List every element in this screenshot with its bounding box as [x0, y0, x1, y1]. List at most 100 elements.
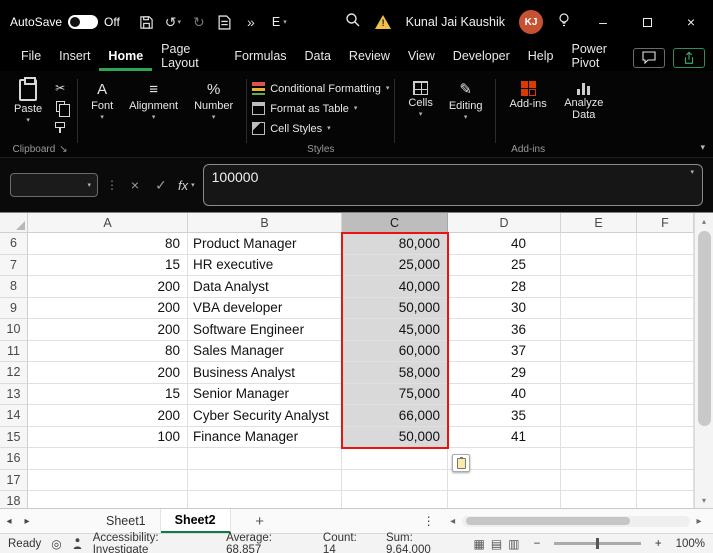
tab-insert[interactable]: Insert [50, 44, 99, 71]
minimize-button[interactable]: – [581, 0, 625, 44]
cell[interactable] [342, 491, 448, 508]
maximize-button[interactable] [625, 0, 669, 44]
tab-formulas[interactable]: Formulas [225, 44, 295, 71]
tab-page-layout[interactable]: Page Layout [152, 44, 225, 71]
column-header-e[interactable]: E [561, 213, 637, 233]
zoom-in-button[interactable]: + [655, 538, 662, 550]
cells-group-button[interactable]: Cells ▾ [400, 75, 440, 118]
horizontal-scroll-track[interactable] [462, 516, 690, 527]
cell[interactable]: 58,000 [342, 362, 448, 384]
ideas-button[interactable] [557, 12, 571, 33]
cell[interactable]: 35 [448, 405, 561, 427]
cell[interactable]: 80,000 [342, 233, 448, 255]
alert-button[interactable]: ! [375, 15, 392, 30]
row-header[interactable]: 8 [0, 276, 28, 298]
normal-view-icon[interactable]: ▦ [474, 537, 485, 551]
cell[interactable]: 40 [448, 233, 561, 255]
cell[interactable]: 66,000 [342, 405, 448, 427]
cell[interactable] [637, 298, 694, 320]
cell[interactable] [342, 448, 448, 470]
accessibility-status[interactable]: Accessibility: Investigate [93, 532, 216, 553]
vertical-scroll-thumb[interactable] [698, 231, 711, 426]
alignment-group-button[interactable]: ≡ Alignment ▾ [121, 75, 186, 121]
row-header[interactable]: 6 [0, 233, 28, 255]
cell[interactable]: 80 [28, 233, 188, 255]
cell[interactable] [637, 362, 694, 384]
cell[interactable] [561, 362, 637, 384]
macro-record-icon[interactable]: ◎ [51, 537, 61, 551]
scroll-right-icon[interactable]: ▸ [693, 516, 705, 527]
formula-input[interactable]: 100000 ▾ [203, 164, 703, 206]
cell[interactable] [637, 233, 694, 255]
page-layout-view-icon[interactable]: ▤ [491, 537, 502, 551]
row-header[interactable]: 11 [0, 341, 28, 363]
tab-file[interactable]: File [12, 44, 50, 71]
format-as-table-button[interactable]: Format as Table ▾ [252, 100, 357, 117]
page-break-view-icon[interactable]: ▥ [508, 537, 519, 551]
cell[interactable]: 45,000 [342, 319, 448, 341]
font-group-button[interactable]: A Font ▾ [83, 75, 121, 121]
cell[interactable] [637, 341, 694, 363]
quick-access-overflow-button[interactable]: » [238, 8, 264, 36]
cell[interactable] [637, 448, 694, 470]
paste-options-button[interactable] [452, 454, 470, 472]
copy-button[interactable] [52, 99, 68, 113]
sheet-tab-sheet2[interactable]: Sheet2 [161, 509, 231, 533]
cell[interactable]: Finance Manager [188, 427, 342, 449]
cell[interactable] [637, 405, 694, 427]
cell[interactable]: 37 [448, 341, 561, 363]
cell[interactable]: HR executive [188, 255, 342, 277]
cell[interactable]: VBA developer [188, 298, 342, 320]
undo-button[interactable]: ↺▾ [160, 8, 186, 36]
row-header[interactable]: 16 [0, 448, 28, 470]
editing-mode-button[interactable]: E ▾ [264, 15, 295, 29]
zoom-slider-knob[interactable] [596, 538, 599, 549]
cell[interactable]: Product Manager [188, 233, 342, 255]
cell[interactable]: 28 [448, 276, 561, 298]
cell[interactable] [342, 470, 448, 492]
cell[interactable]: 25,000 [342, 255, 448, 277]
row-header[interactable]: 17 [0, 470, 28, 492]
search-button[interactable] [345, 12, 361, 33]
cell[interactable]: 40,000 [342, 276, 448, 298]
dialog-launcher-icon[interactable]: ↘ [59, 144, 67, 155]
horizontal-scrollbar[interactable]: ◂ ▸ [447, 509, 705, 533]
sheet-nav-right-icon[interactable]: ▸ [18, 509, 36, 533]
tab-data[interactable]: Data [296, 44, 340, 71]
cell[interactable] [637, 255, 694, 277]
add-sheet-button[interactable]: + [247, 509, 273, 533]
cell[interactable] [188, 470, 342, 492]
row-header[interactable]: 10 [0, 319, 28, 341]
cell[interactable]: 100 [28, 427, 188, 449]
cell[interactable] [637, 427, 694, 449]
cell[interactable]: 200 [28, 298, 188, 320]
zoom-slider[interactable] [554, 542, 641, 545]
cell[interactable]: 15 [28, 384, 188, 406]
sheet-nav-left-icon[interactable]: ◂ [0, 509, 18, 533]
select-all-button[interactable] [0, 213, 28, 233]
cell[interactable] [28, 470, 188, 492]
column-header-c[interactable]: C [342, 213, 448, 233]
vertical-scrollbar[interactable]: ▴ ▾ [694, 213, 713, 508]
cell[interactable]: 41 [448, 427, 561, 449]
cell[interactable] [188, 491, 342, 508]
name-box[interactable]: ▾ [10, 173, 98, 197]
conditional-formatting-button[interactable]: Conditional Formatting ▾ [252, 80, 389, 97]
autosave-toggle[interactable]: AutoSave Off [10, 15, 120, 29]
cell[interactable]: Sales Manager [188, 341, 342, 363]
cell[interactable]: Software Engineer [188, 319, 342, 341]
cell[interactable] [561, 491, 637, 508]
cell-styles-button[interactable]: Cell Styles ▾ [252, 120, 330, 137]
avatar[interactable]: KJ [519, 10, 543, 34]
cell[interactable]: 36 [448, 319, 561, 341]
cell[interactable] [561, 298, 637, 320]
cell[interactable]: 75,000 [342, 384, 448, 406]
row-header[interactable]: 9 [0, 298, 28, 320]
redo-button[interactable]: ↻ [186, 8, 212, 36]
row-header[interactable]: 18 [0, 491, 28, 508]
column-header-a[interactable]: A [28, 213, 188, 233]
expand-formula-bar-icon[interactable]: ▾ [690, 169, 694, 176]
document-button[interactable] [212, 8, 238, 36]
scroll-down-icon[interactable]: ▾ [702, 492, 706, 508]
comments-button[interactable] [633, 48, 665, 68]
